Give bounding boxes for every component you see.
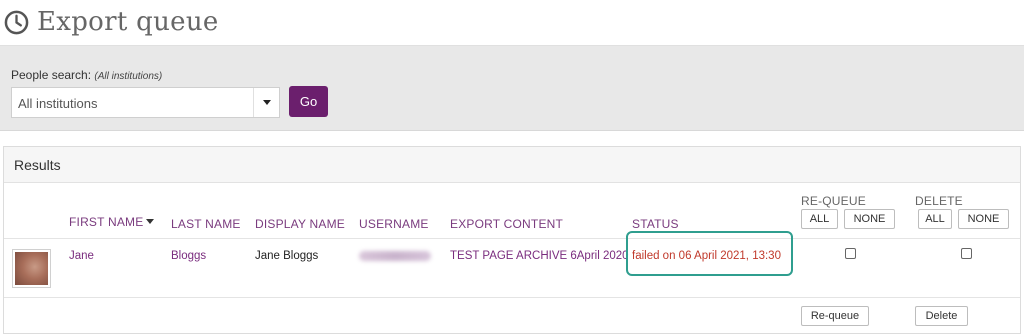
people-search-label-text: People search: <box>11 68 92 82</box>
go-button[interactable]: Go <box>289 86 328 117</box>
people-search-hint: (All institutions) <box>94 71 163 82</box>
institution-select-value: All institutions <box>18 96 98 111</box>
delete-select-all-button[interactable]: ALL <box>918 209 952 229</box>
column-header-export-content[interactable]: EXPORT CONTENT <box>450 217 563 231</box>
delete-button[interactable]: Delete <box>915 306 968 326</box>
results-header: Results <box>4 147 1020 183</box>
sort-desc-icon <box>146 219 155 224</box>
status-highlight-box <box>626 231 793 276</box>
table-row-divider <box>4 238 1020 239</box>
requeue-button[interactable]: Re-queue <box>801 306 869 326</box>
column-header-first-name-label: FIRST NAME <box>69 215 144 229</box>
page-title: Export queue <box>4 2 219 42</box>
column-header-first-name[interactable]: FIRST NAME <box>69 215 155 229</box>
delete-checkbox[interactable] <box>961 248 972 259</box>
table-row-divider <box>4 297 1020 298</box>
people-search-label: People search: (All institutions) <box>11 68 162 82</box>
first-name-link[interactable]: Jane <box>69 250 94 262</box>
caret-down-icon <box>263 100 271 105</box>
column-header-username[interactable]: USERNAME <box>359 217 429 231</box>
display-name-cell: Jane Bloggs <box>255 250 319 262</box>
people-search-panel: People search: (All institutions) All in… <box>0 45 1024 131</box>
requeue-checkbox[interactable] <box>845 248 856 259</box>
export-content-link[interactable]: TEST PAGE ARCHIVE 6April 2020 <box>450 250 629 262</box>
institution-select[interactable]: All institutions <box>11 87 280 118</box>
delete-select-none-button[interactable]: NONE <box>958 209 1009 229</box>
username-redacted <box>359 251 431 261</box>
column-header-display-name[interactable]: DISPLAY NAME <box>255 217 345 231</box>
column-header-delete: DELETE <box>915 194 963 208</box>
avatar <box>12 249 51 288</box>
requeue-select-none-button[interactable]: NONE <box>844 209 895 229</box>
column-header-requeue: RE-QUEUE <box>801 194 866 208</box>
page-title-text: Export queue <box>37 7 219 37</box>
institution-select-toggle[interactable] <box>253 88 279 117</box>
results-panel: Results FIRST NAME LAST NAME DISPLAY NAM… <box>3 146 1021 334</box>
requeue-select-all-button[interactable]: ALL <box>801 209 838 229</box>
column-header-status[interactable]: STATUS <box>632 217 679 231</box>
column-header-last-name[interactable]: LAST NAME <box>171 217 241 231</box>
clock-icon <box>4 10 29 34</box>
last-name-link[interactable]: Bloggs <box>171 250 206 262</box>
avatar-image <box>15 252 48 285</box>
